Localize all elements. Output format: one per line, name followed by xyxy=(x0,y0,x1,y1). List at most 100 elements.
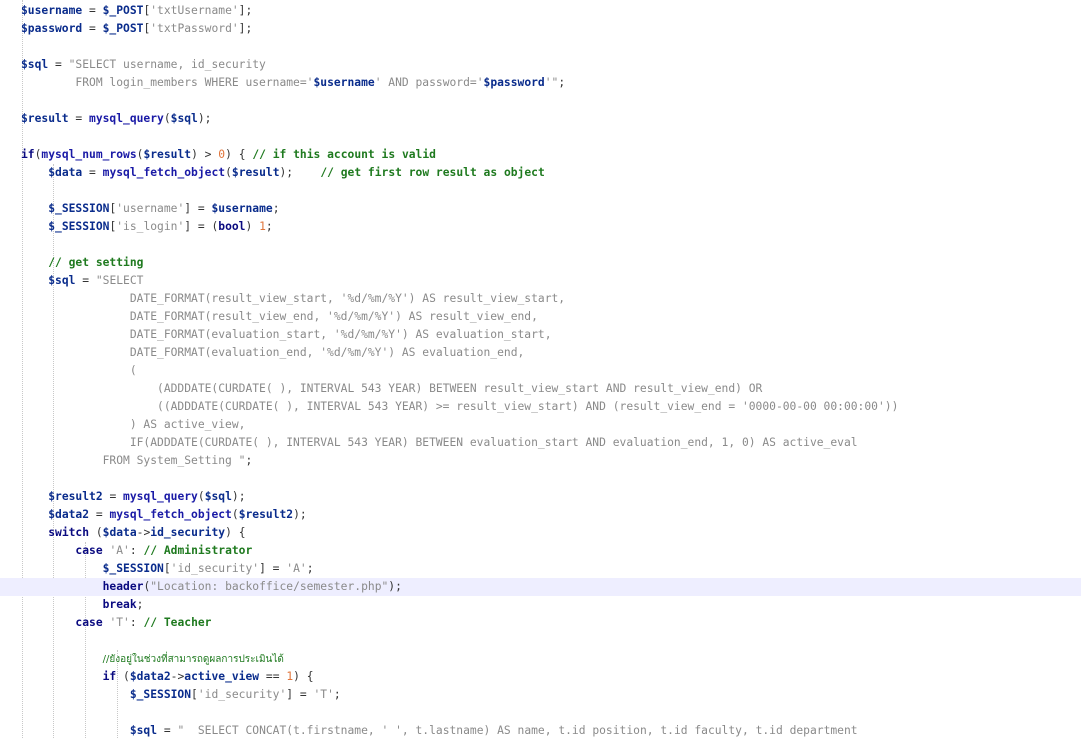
code-line[interactable]: FROM login_members WHERE username='$user… xyxy=(0,74,1081,92)
code-token: ( xyxy=(21,364,137,377)
code-token: ); xyxy=(293,508,307,521)
code-line[interactable]: $_SESSION['is_login'] = (bool) 1; xyxy=(0,218,1081,236)
code-token: $result xyxy=(21,112,69,125)
code-line[interactable]: ((ADDDATE(CURDATE( ), INTERVAL 543 YEAR)… xyxy=(0,398,1081,416)
code-token: 'T' xyxy=(109,616,130,629)
code-line[interactable]: $sql = "SELECT username, id_security xyxy=(0,56,1081,74)
code-line[interactable]: // get setting xyxy=(0,254,1081,272)
code-line[interactable]: case 'T': // Teacher xyxy=(0,614,1081,632)
code-token: -> xyxy=(136,526,151,539)
code-token: id_security xyxy=(150,526,226,539)
code-line[interactable]: $data = mysql_fetch_object($result); // … xyxy=(0,164,1081,182)
code-line[interactable]: IF(ADDDATE(CURDATE( ), INTERVAL 543 YEAR… xyxy=(0,434,1081,452)
code-token: mysql_fetch_object xyxy=(109,508,232,521)
code-line[interactable] xyxy=(0,38,1081,56)
code-token: ]; xyxy=(238,22,253,35)
code-token: (ADDDATE(CURDATE( ), INTERVAL 543 YEAR) … xyxy=(21,382,763,395)
code-token: $data2 xyxy=(48,508,90,521)
code-line[interactable]: switch ($data->id_security) { xyxy=(0,524,1081,542)
code-line[interactable]: case 'A': // Administrator xyxy=(0,542,1081,560)
code-token: mysql_fetch_object xyxy=(102,166,226,179)
code-token: 'T' xyxy=(313,688,334,701)
code-line[interactable]: $password = $_POST['txtPassword']; xyxy=(0,20,1081,38)
code-line[interactable]: (ADDDATE(CURDATE( ), INTERVAL 543 YEAR) … xyxy=(0,380,1081,398)
code-token: 'A' xyxy=(109,544,130,557)
code-token: = xyxy=(68,112,90,125)
code-line[interactable]: $result2 = mysql_query($sql); xyxy=(0,488,1081,506)
code-token: = xyxy=(102,490,124,503)
code-token: ] = xyxy=(286,688,314,701)
code-token: ( xyxy=(89,526,103,539)
code-line[interactable]: ( xyxy=(0,362,1081,380)
code-line[interactable]: if ($data2->active_view == 1) { xyxy=(0,668,1081,686)
code-token: ] = ( xyxy=(184,220,219,233)
code-token: ( xyxy=(163,112,171,125)
code-token: ( xyxy=(116,670,130,683)
code-token: // if this account is valid xyxy=(252,148,436,161)
code-line[interactable]: break; xyxy=(0,596,1081,614)
code-token: $sql xyxy=(129,724,158,737)
code-token: FROM login_members WHERE username=' xyxy=(21,76,314,89)
code-line[interactable]: DATE_FORMAT(evaluation_end, '%d/%m/%Y') … xyxy=(0,344,1081,362)
code-line[interactable]: $_SESSION['username'] = $username; xyxy=(0,200,1081,218)
code-token: break xyxy=(102,598,137,611)
code-token: // get setting xyxy=(48,256,144,269)
code-line[interactable]: FROM System_Setting "; xyxy=(0,452,1081,470)
code-line[interactable] xyxy=(0,92,1081,110)
code-line[interactable] xyxy=(0,632,1081,650)
code-line[interactable]: $data2 = mysql_fetch_object($result2); xyxy=(0,506,1081,524)
code-token: ) > xyxy=(191,148,219,161)
code-line[interactable]: DATE_FORMAT(evaluation_start, '%d/%m/%Y'… xyxy=(0,326,1081,344)
code-token: ((ADDDATE(CURDATE( ), INTERVAL 543 YEAR)… xyxy=(21,400,899,413)
code-line[interactable]: $username = $_POST['txtUsername']; xyxy=(0,2,1081,20)
code-token: 'A' xyxy=(286,562,307,575)
code-line[interactable]: $_SESSION['id_security'] = 'A'; xyxy=(0,560,1081,578)
code-token: "SELECT username, id_security xyxy=(68,58,266,71)
code-token: if xyxy=(21,148,35,161)
code-line[interactable]: $result = mysql_query($sql); xyxy=(0,110,1081,128)
code-token: $data xyxy=(48,166,83,179)
code-token: ; xyxy=(245,454,253,467)
code-editor[interactable]: $username = $_POST['txtUsername']; $passw… xyxy=(0,0,1081,738)
code-line[interactable]: $sql = " SELECT CONCAT(t.firstname, ' ',… xyxy=(0,722,1081,738)
code-line[interactable] xyxy=(0,236,1081,254)
code-line[interactable]: $sql = "SELECT xyxy=(0,272,1081,290)
code-line[interactable] xyxy=(0,470,1081,488)
code-token: $result xyxy=(143,148,192,161)
code-token: ( xyxy=(197,490,205,503)
code-line[interactable] xyxy=(0,182,1081,200)
code-token: $username xyxy=(21,4,83,17)
code-token: ); xyxy=(279,166,321,179)
code-line[interactable]: $_SESSION['id_security'] = 'T'; xyxy=(0,686,1081,704)
code-token: [ xyxy=(191,688,198,701)
code-line[interactable] xyxy=(0,704,1081,722)
code-line[interactable] xyxy=(0,128,1081,146)
code-line[interactable]: ) AS active_view, xyxy=(0,416,1081,434)
code-token: 'id_security' xyxy=(197,688,287,701)
code-line[interactable]: DATE_FORMAT(result_view_end, '%d/%m/%Y')… xyxy=(0,308,1081,326)
code-line[interactable]: if(mysql_num_rows($result) > 0) { // if … xyxy=(0,146,1081,164)
code-token: bool xyxy=(218,220,246,233)
code-token: ] = xyxy=(259,562,287,575)
code-token: = xyxy=(48,58,69,71)
code-token: $result2 xyxy=(48,490,103,503)
code-token: mysql_query xyxy=(123,490,198,503)
code-token: ) xyxy=(245,220,260,233)
code-token: " SELECT CONCAT(t.firstname, ' ', t.last… xyxy=(177,724,858,737)
code-line[interactable]: DATE_FORMAT(result_view_start, '%d/%m/%Y… xyxy=(0,290,1081,308)
code-token: $data2 xyxy=(129,670,171,683)
code-line[interactable]: //ยังอยู่ในช่วงที่สามารถดูผลการประเมินได… xyxy=(0,650,1081,668)
code-line[interactable]: header("Location: backoffice/semester.ph… xyxy=(0,578,1081,596)
code-token: IF(ADDDATE(CURDATE( ), INTERVAL 543 YEAR… xyxy=(21,436,858,449)
code-token: $username xyxy=(211,202,273,215)
code-token: "SELECT xyxy=(95,274,144,287)
